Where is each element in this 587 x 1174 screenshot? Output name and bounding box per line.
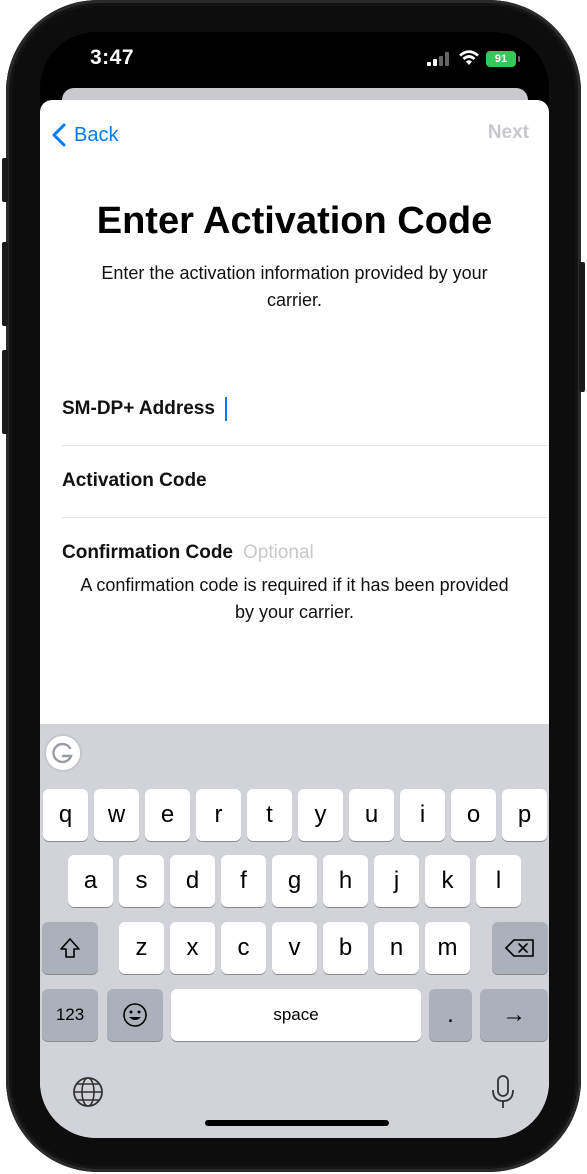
confirmation-code-label: Confirmation Code	[62, 542, 233, 563]
wifi-icon	[458, 49, 480, 72]
key-a[interactable]: a	[68, 855, 113, 907]
shift-key[interactable]	[42, 922, 98, 974]
battery-cap	[518, 56, 520, 62]
text-caret	[224, 397, 227, 421]
keyboard: qwertyuiop asdfghjkl zxcvbnm 123 space .	[40, 724, 549, 1138]
emoji-icon	[123, 1003, 147, 1027]
back-button[interactable]: Back	[52, 120, 118, 150]
activation-code-label: Activation Code	[62, 470, 207, 491]
volume-up-button	[2, 242, 8, 326]
key-z[interactable]: z	[119, 922, 164, 974]
status-time: 3:47	[90, 46, 135, 69]
confirmation-note: A confirmation code is required if it ha…	[80, 575, 509, 622]
activation-code-input[interactable]	[216, 470, 437, 492]
delete-icon	[505, 939, 534, 957]
key-y[interactable]: y	[298, 789, 343, 841]
screen: 3:47 91 Back Next Enter Activation Code …	[40, 32, 549, 1138]
sm-dp-address-input[interactable]	[228, 398, 449, 420]
sm-dp-address-row[interactable]: SM-DP+ Address	[62, 373, 549, 446]
key-q[interactable]: q	[43, 789, 88, 841]
key-v[interactable]: v	[272, 922, 317, 974]
key-k[interactable]: k	[425, 855, 470, 907]
key-g[interactable]: g	[272, 855, 317, 907]
home-indicator	[205, 1120, 389, 1126]
key-u[interactable]: u	[349, 789, 394, 841]
delete-key[interactable]	[492, 922, 548, 974]
key-e[interactable]: e	[145, 789, 190, 841]
volume-down-button	[2, 350, 8, 434]
key-n[interactable]: n	[374, 922, 419, 974]
mute-switch	[2, 158, 8, 202]
confirmation-code-input[interactable]	[243, 542, 463, 564]
key-p[interactable]: p	[502, 789, 547, 841]
back-label: Back	[74, 123, 119, 146]
space-key[interactable]: space	[171, 989, 421, 1041]
key-w[interactable]: w	[94, 789, 139, 841]
chevron-left-icon	[52, 123, 66, 147]
key-t[interactable]: t	[247, 789, 292, 841]
key-j[interactable]: j	[374, 855, 419, 907]
sm-dp-address-label: SM-DP+ Address	[62, 398, 215, 419]
key-b[interactable]: b	[323, 922, 368, 974]
period-key[interactable]: .	[429, 989, 472, 1041]
key-m[interactable]: m	[425, 922, 470, 974]
key-f[interactable]: f	[221, 855, 266, 907]
status-bar: 3:47 91	[40, 32, 549, 94]
next-button[interactable]: Next	[488, 122, 529, 144]
key-h[interactable]: h	[323, 855, 368, 907]
microphone-icon[interactable]	[490, 1074, 516, 1115]
page-subtitle: Enter the activation information provide…	[101, 263, 488, 310]
key-l[interactable]: l	[476, 855, 521, 907]
return-key[interactable]: →	[480, 989, 548, 1041]
page-title: Enter Activation Code	[96, 200, 493, 242]
cellular-signal-icon	[427, 52, 451, 71]
key-c[interactable]: c	[221, 922, 266, 974]
key-d[interactable]: d	[170, 855, 215, 907]
key-x[interactable]: x	[170, 922, 215, 974]
key-s[interactable]: s	[119, 855, 164, 907]
battery-indicator: 91	[486, 51, 516, 67]
numbers-key[interactable]: 123	[42, 989, 98, 1041]
key-i[interactable]: i	[400, 789, 445, 841]
grammarly-icon[interactable]	[44, 734, 82, 772]
emoji-key[interactable]	[107, 989, 163, 1041]
power-button	[579, 262, 585, 392]
key-o[interactable]: o	[451, 789, 496, 841]
activation-code-row[interactable]: Activation Code	[62, 445, 549, 518]
shift-icon	[60, 938, 80, 958]
key-r[interactable]: r	[196, 789, 241, 841]
globe-icon[interactable]	[72, 1076, 104, 1113]
